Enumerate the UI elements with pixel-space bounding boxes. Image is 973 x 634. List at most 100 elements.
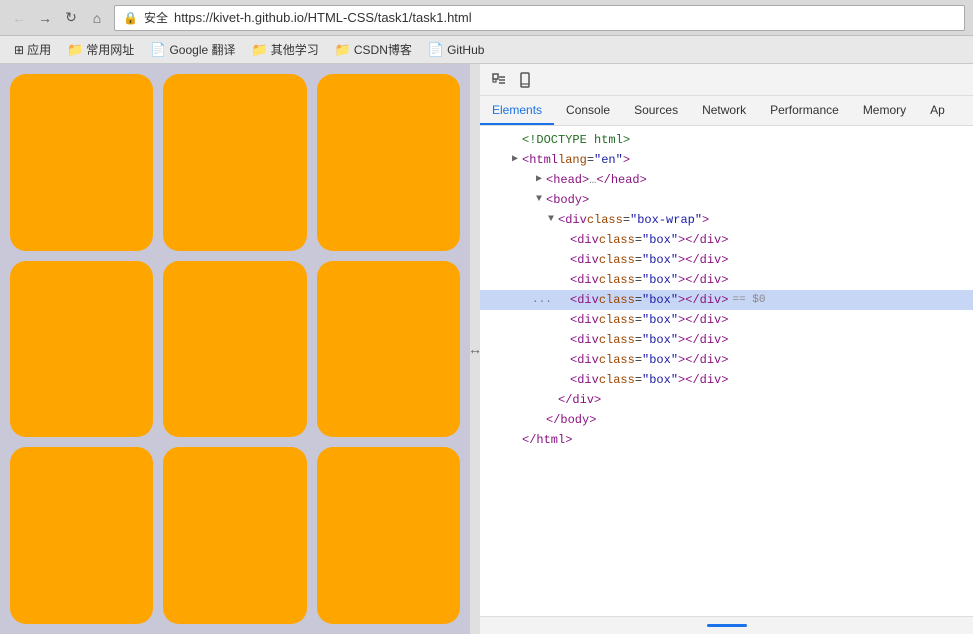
code-div-box5[interactable]: <div class="box"></div> <box>480 310 973 330</box>
back-button[interactable]: ← <box>8 7 30 29</box>
security-label: 安全 <box>144 9 168 26</box>
triangle-leaf <box>560 271 570 289</box>
code-doctype[interactable]: <!DOCTYPE html> <box>480 130 973 150</box>
resize-arrow-icon: ↔ <box>468 341 482 357</box>
triangle-leaf <box>560 331 570 349</box>
attr-class: class <box>599 251 635 269</box>
code-div-box1[interactable]: <div class="box"></div> <box>480 230 973 250</box>
attr-lang-val: "en" <box>594 151 623 169</box>
tab-console[interactable]: Console <box>554 96 622 125</box>
div-close-tag: ></div> <box>678 291 728 309</box>
code-body[interactable]: <body> <box>480 190 973 210</box>
browser-window: ← → ↻ ⌂ 🔒 安全 https://kivet-h.github.io/H… <box>0 0 973 634</box>
mobile-button[interactable] <box>514 69 536 91</box>
code-div-box7[interactable]: <div class="box"></div> <box>480 350 973 370</box>
bottom-indicator-bar <box>480 616 973 634</box>
box-7 <box>10 447 153 624</box>
attr-val: "box" <box>642 371 678 389</box>
triangle-closed[interactable] <box>536 171 546 189</box>
attr-class: class <box>599 351 635 369</box>
forward-button[interactable]: → <box>34 7 56 29</box>
triangle-leaf <box>512 131 522 149</box>
tab-elements[interactable]: Elements <box>480 96 554 125</box>
bookmark-label: CSDN博客 <box>354 41 412 58</box>
tab-performance[interactable]: Performance <box>758 96 851 125</box>
ellipsis-dots: ... <box>532 291 560 309</box>
folder-icon: 📁 <box>252 42 268 58</box>
bookmark-label: 其他学习 <box>271 41 319 58</box>
code-body-close[interactable]: </body> <box>480 410 973 430</box>
div-close-tag: </div> <box>558 391 601 409</box>
code-div-box6[interactable]: <div class="box"></div> <box>480 330 973 350</box>
address-bar[interactable]: 🔒 安全 https://kivet-h.github.io/HTML-CSS/… <box>114 5 965 31</box>
attr-val: "box" <box>642 231 678 249</box>
tab-sources[interactable]: Sources <box>622 96 690 125</box>
bookmark-apps[interactable]: ⊞ 应用 <box>8 39 57 60</box>
attr-lang: lang <box>558 151 587 169</box>
devtools-panel: Elements Console Sources Network Perform… <box>480 64 973 634</box>
home-button[interactable]: ⌂ <box>86 7 108 29</box>
code-div-boxwrap[interactable]: <div class="box-wrap"> <box>480 210 973 230</box>
code-html[interactable]: <html lang="en"> <box>480 150 973 170</box>
box-6 <box>317 261 460 438</box>
equals: = <box>635 251 642 269</box>
devtools-code-tree: <!DOCTYPE html> <html lang="en"> <head>…… <box>480 126 973 616</box>
attr-class: class <box>599 231 635 249</box>
html-tag-close: > <box>623 151 630 169</box>
apps-icon: ⊞ <box>14 43 24 57</box>
div-box-tag: <div <box>570 271 599 289</box>
attr-class: class <box>599 311 635 329</box>
bookmark-common[interactable]: 📁 常用网址 <box>61 39 140 60</box>
panel-resizer[interactable]: ↔ <box>470 64 480 634</box>
bookmark-learning[interactable]: 📁 其他学习 <box>246 39 325 60</box>
attr-class: class <box>599 291 635 309</box>
triangle-closed[interactable] <box>512 151 522 169</box>
code-div-box4-selected[interactable]: ... <div class="box"></div> == $0 <box>480 290 973 310</box>
bookmark-label: Google 翻译 <box>169 41 235 58</box>
equals: = <box>635 311 642 329</box>
inspector-button[interactable] <box>488 69 510 91</box>
code-div-box3[interactable]: <div class="box"></div> <box>480 270 973 290</box>
page-icon: 📄 <box>428 42 444 58</box>
bookmark-translate[interactable]: 📄 Google 翻译 <box>144 39 241 60</box>
attr-val: "box" <box>642 351 678 369</box>
code-div-box2[interactable]: <div class="box"></div> <box>480 250 973 270</box>
tab-application[interactable]: Ap <box>918 96 957 125</box>
triangle-open[interactable] <box>536 191 546 209</box>
div-close-tag: ></div> <box>678 271 728 289</box>
code-head[interactable]: <head>…</head> <box>480 170 973 190</box>
url-text: https://kivet-h.github.io/HTML-CSS/task1… <box>174 10 956 25</box>
body-tag: <body> <box>546 191 589 209</box>
attr-class: class <box>599 271 635 289</box>
equals: = <box>587 151 594 169</box>
triangle-open[interactable] <box>548 211 558 229</box>
div-tag-close: > <box>702 211 709 229</box>
folder-icon: 📁 <box>335 42 351 58</box>
refresh-button[interactable]: ↻ <box>60 7 82 29</box>
attr-val: "box" <box>642 271 678 289</box>
bookmark-csdn[interactable]: 📁 CSDN博客 <box>329 39 418 60</box>
box-1 <box>10 74 153 251</box>
body-close-tag: </body> <box>546 411 596 429</box>
html-close-tag: </html> <box>522 431 572 449</box>
div-box-tag: <div <box>570 331 599 349</box>
tab-memory[interactable]: Memory <box>851 96 918 125</box>
code-html-close[interactable]: </html> <box>480 430 973 450</box>
div-close-tag: ></div> <box>678 231 728 249</box>
div-close-tag: ></div> <box>678 351 728 369</box>
dom-ref: == $0 <box>732 291 765 309</box>
devtools-toolbar <box>480 64 973 96</box>
tab-network[interactable]: Network <box>690 96 758 125</box>
bookmark-label: 常用网址 <box>86 41 134 58</box>
equals: = <box>635 291 642 309</box>
code-div-close[interactable]: </div> <box>480 390 973 410</box>
bookmark-github[interactable]: 📄 GitHub <box>422 40 491 60</box>
folder-icon: 📁 <box>67 42 83 58</box>
div-box-tag: <div <box>570 231 599 249</box>
attr-val: "box" <box>642 291 678 309</box>
apps-label: 应用 <box>27 41 51 58</box>
equals: = <box>635 331 642 349</box>
bookmark-label: GitHub <box>447 43 484 57</box>
code-div-box8[interactable]: <div class="box"></div> <box>480 370 973 390</box>
attr-val: "box" <box>642 311 678 329</box>
